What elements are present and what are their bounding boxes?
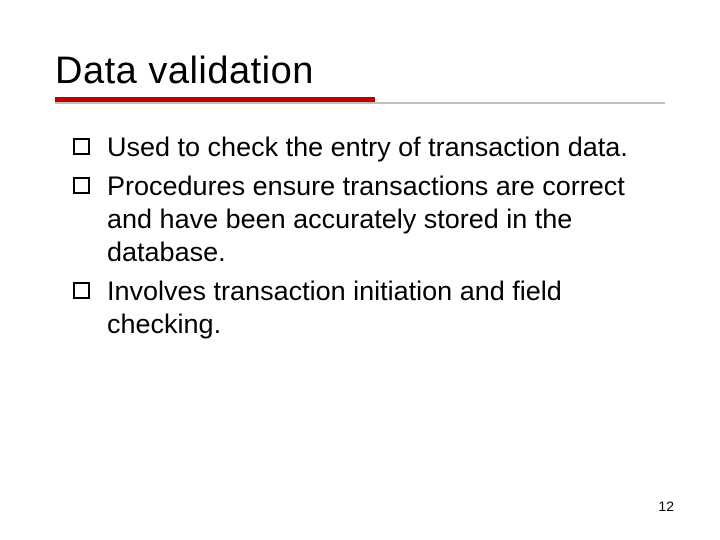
square-bullet-icon — [73, 138, 90, 155]
bullet-list: Used to check the entry of transaction d… — [55, 131, 665, 341]
list-item: Used to check the entry of transaction d… — [73, 131, 665, 164]
square-bullet-icon — [73, 177, 90, 194]
bullet-text: Used to check the entry of transaction d… — [107, 132, 628, 162]
bullet-text: Procedures ensure transactions are corre… — [107, 171, 625, 267]
page-number: 12 — [658, 498, 674, 514]
title-underline — [55, 97, 665, 109]
list-item: Procedures ensure transactions are corre… — [73, 170, 665, 269]
slide-title: Data validation — [55, 50, 665, 93]
bullet-text: Involves transaction initiation and fiel… — [107, 276, 562, 339]
list-item: Involves transaction initiation and fiel… — [73, 275, 665, 341]
square-bullet-icon — [73, 282, 90, 299]
slide: Data validation Used to check the entry … — [0, 0, 720, 540]
